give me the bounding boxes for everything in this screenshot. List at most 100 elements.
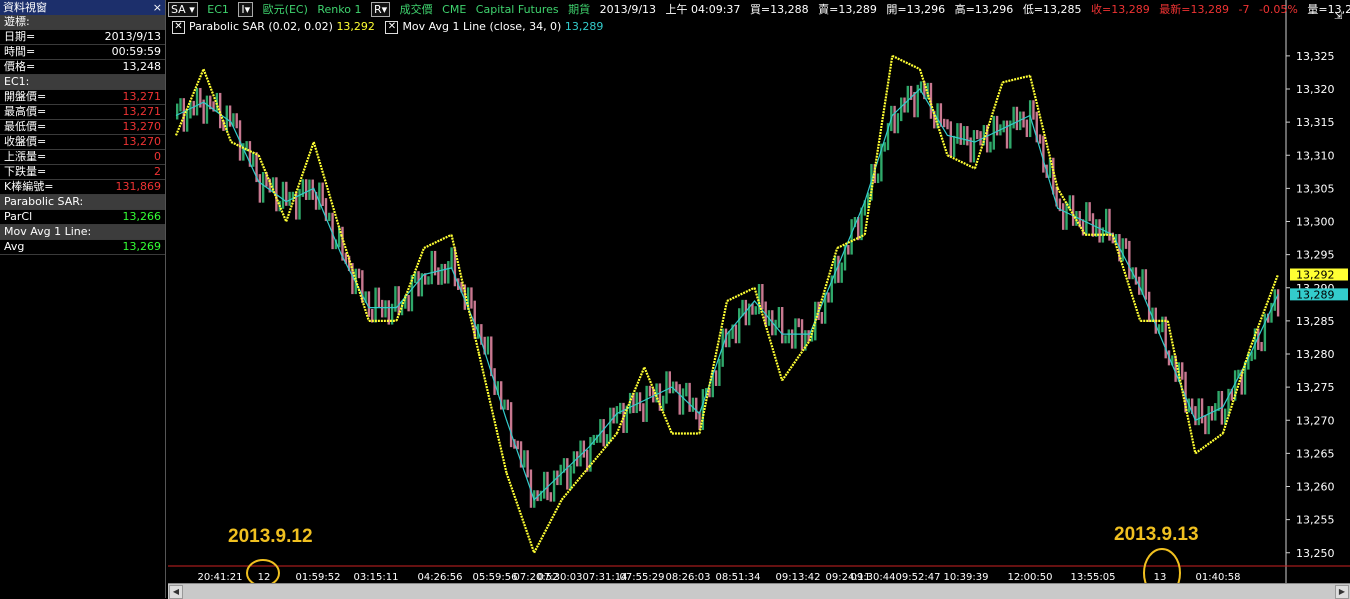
data-window-row-value: 13,271	[122, 90, 162, 103]
sar-legend-value: 13,292	[336, 20, 375, 33]
x-tick-label: 04:26:56	[418, 572, 463, 583]
data-window-row-value: 2	[154, 165, 161, 178]
renko-bar	[252, 152, 255, 167]
field-label: 成交價	[399, 3, 433, 16]
data-window-row-label: 日期=	[4, 30, 36, 43]
x-tick-label: 09:30:44	[851, 572, 896, 583]
renko-bar	[840, 262, 843, 283]
renko-bar	[850, 219, 853, 255]
renko-bar	[1260, 341, 1263, 352]
chart-resize-grip-icon[interactable]: ⇲	[1334, 12, 1344, 22]
renko-bar	[281, 181, 285, 209]
parabolic-sar-segment	[891, 54, 921, 71]
horizontal-scrollbar[interactable]: ◀ ▶	[168, 583, 1350, 599]
x-tick-label: 08:51:34	[716, 572, 761, 583]
x-tick-label: 10:39:39	[944, 572, 989, 583]
quote-low: 低=13,285	[1022, 3, 1082, 16]
quote-close: 收=13,289	[1091, 3, 1150, 16]
data-window-row-label: 時間=	[4, 45, 36, 58]
sar-toggle-checkbox[interactable]: ✕	[172, 20, 185, 34]
renko-bar	[761, 284, 764, 310]
renko-bar	[1214, 403, 1217, 421]
sa-dropdown[interactable]: SA ▾	[168, 2, 198, 17]
y-tick-label: 13,325	[1296, 50, 1335, 63]
renko-bar	[1128, 240, 1131, 280]
renko-bar	[328, 212, 331, 222]
renko-bar	[728, 330, 731, 348]
data-window-row-value: 00:59:59	[111, 45, 161, 58]
data-window-row: 時間= 00:59:59	[0, 45, 165, 60]
x-tick-label: 09:52:47	[896, 572, 941, 583]
chart-area[interactable]: 13,325 13,320 13,315 13,310 13,305 13,300 13,2…	[168, 0, 1350, 599]
renko-bar	[1200, 398, 1204, 424]
parabolic-sar-segment	[1194, 432, 1224, 455]
quote-change-pct: -0.05%	[1258, 3, 1298, 16]
quote-sell: 賣=13,289	[818, 3, 877, 16]
renko-bar	[470, 287, 473, 309]
renko-bar	[900, 97, 903, 122]
renko-bar	[949, 121, 953, 158]
renko-bar	[966, 126, 969, 146]
broker-label: Capital Futures	[475, 3, 559, 16]
data-window-row-label: 遊標:	[4, 15, 30, 28]
data-window-row-value: 13,269	[122, 240, 162, 253]
renko-bar	[946, 119, 949, 130]
renko-bar	[1161, 316, 1164, 333]
renko-bar	[549, 492, 552, 502]
market-label: 期貨	[568, 3, 591, 16]
parabolic-sar-segment	[973, 82, 1004, 169]
y-tick-label: 13,265	[1296, 447, 1335, 460]
price-chart-svg[interactable]: 13,325 13,320 13,315 13,310 13,305 13,300 13,2…	[168, 0, 1350, 598]
interval-dropdown[interactable]: I▾	[238, 2, 254, 17]
data-window-row: 日期= 2013/9/13	[0, 30, 165, 45]
renko-bar	[1204, 415, 1207, 435]
data-window-row: 下跌量= 2	[0, 165, 165, 180]
data-window-title: 資料視窗	[3, 1, 47, 14]
x-tick-label: 09:13:42	[776, 572, 821, 583]
price-tag-label: 13,289	[1296, 288, 1335, 301]
parabolic-sar-segment	[533, 499, 563, 554]
renko-bar	[847, 245, 850, 255]
range-dropdown[interactable]: R▾	[370, 2, 391, 17]
renko-bar	[218, 92, 222, 129]
renko-bar	[734, 324, 738, 344]
x-tick-label: 12	[258, 572, 271, 583]
renko-bar	[1032, 100, 1035, 120]
renko-bar	[956, 123, 959, 144]
scroll-left-arrow-icon[interactable]: ◀	[169, 585, 183, 599]
renko-bar	[235, 113, 238, 129]
x-tick-label: 01:40:58	[1196, 572, 1241, 583]
renko-bar	[417, 271, 420, 297]
renko-bar	[952, 135, 956, 158]
renko-bar	[1065, 202, 1068, 230]
renko-bar	[1181, 362, 1184, 380]
renko-bar	[1197, 398, 1200, 426]
renko-bar	[989, 141, 992, 153]
renko-bar	[754, 306, 757, 315]
data-window-row-value: 13,271	[122, 105, 162, 118]
renko-bar	[691, 397, 695, 412]
exchange-label: CME	[442, 3, 467, 16]
renko-bar	[195, 87, 199, 116]
renko-bar	[407, 294, 410, 312]
parabolic-sar-segment	[1221, 347, 1252, 434]
ma-toggle-checkbox[interactable]: ✕	[385, 20, 399, 34]
y-tick-label: 13,270	[1296, 414, 1335, 427]
renko-bar	[942, 118, 946, 128]
data-window-row-label: Parabolic SAR:	[4, 195, 84, 208]
renko-bar	[228, 105, 232, 127]
parabolic-sar-segment	[726, 286, 756, 302]
close-icon[interactable]: ×	[153, 0, 162, 15]
annotation-date-right: 2013.9.13	[1114, 524, 1199, 545]
data-window-row: 收盤價= 13,270	[0, 135, 165, 150]
data-window-row-label: Avg	[4, 240, 25, 253]
renko-bar	[972, 130, 976, 163]
renko-bar	[377, 287, 381, 308]
data-window-row-value: 13,270	[122, 120, 162, 133]
renko-bar	[205, 95, 209, 124]
price-tag-label: 13,292	[1296, 269, 1335, 282]
renko-bar	[258, 174, 262, 203]
scroll-right-arrow-icon[interactable]: ▶	[1335, 585, 1349, 599]
renko-bar	[896, 113, 900, 134]
y-tick-label: 13,310	[1296, 149, 1335, 162]
